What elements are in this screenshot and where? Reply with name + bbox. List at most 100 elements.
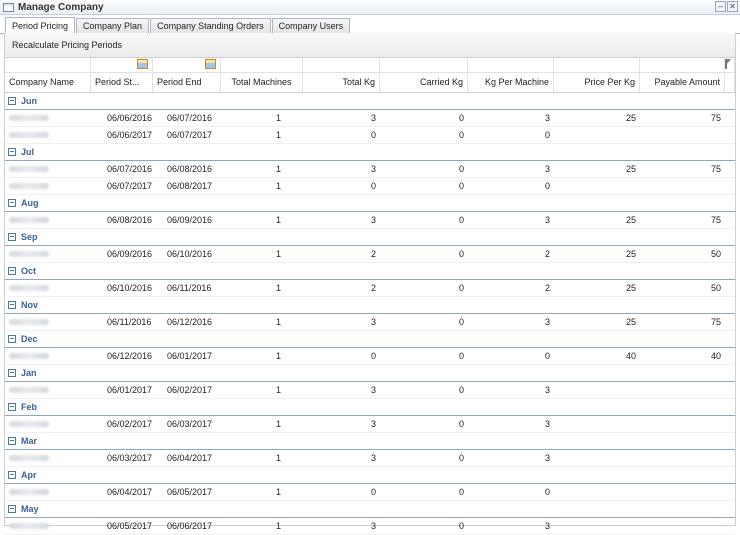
redacted-company-name: [9, 353, 49, 359]
cell-total-machines: 1: [221, 178, 303, 194]
tab-company-standing-orders[interactable]: Company Standing Orders: [150, 18, 271, 33]
table-row[interactable]: 06/03/201706/04/20171303: [5, 450, 735, 467]
group-row-oct[interactable]: Oct: [5, 263, 735, 280]
table-row[interactable]: 06/02/201706/03/20171303: [5, 416, 735, 433]
collapse-group-icon[interactable]: [8, 199, 16, 207]
cell-total-machines: 1: [221, 450, 303, 466]
cell-total-kg: 3: [303, 518, 380, 534]
table-row[interactable]: 06/11/201606/12/201613032575: [5, 314, 735, 331]
cell-kg-per-machine: 3: [468, 518, 554, 534]
table-row[interactable]: 06/09/201606/10/201612022550: [5, 246, 735, 263]
collapse-group-icon[interactable]: [8, 97, 16, 105]
recalculate-pricing-periods-button[interactable]: Recalculate Pricing Periods: [10, 38, 124, 52]
cell-total-kg: 0: [303, 348, 380, 364]
cell-payable-amount: 75: [640, 161, 725, 177]
col-price-per-kg[interactable]: Price Per Kg: [554, 73, 640, 92]
table-row[interactable]: 06/01/201706/02/20171303: [5, 382, 735, 399]
col-carried-kg[interactable]: Carried Kg: [380, 73, 468, 92]
company-name-cell: [5, 314, 91, 330]
collapse-group-icon[interactable]: [8, 403, 16, 411]
close-button[interactable]: ✕: [727, 1, 738, 12]
table-row[interactable]: 06/05/201706/06/20171303: [5, 518, 735, 535]
cell-total-kg: 3: [303, 382, 380, 398]
cell-period-end: 06/11/2016: [153, 280, 221, 296]
table-row[interactable]: 06/10/201606/11/201612022550: [5, 280, 735, 297]
table-row[interactable]: 06/06/201706/07/20171000: [5, 127, 735, 144]
company-name-cell: [5, 484, 91, 500]
minimize-button[interactable]: –: [715, 1, 726, 12]
cell-total-machines: 1: [221, 161, 303, 177]
cell-payable-amount: 75: [640, 212, 725, 228]
col-period-start[interactable]: Period St...: [91, 73, 153, 92]
collapse-group-icon[interactable]: [8, 437, 16, 445]
cell-total-kg: 2: [303, 246, 380, 262]
collapse-group-icon[interactable]: [8, 471, 16, 479]
group-row-feb[interactable]: Feb: [5, 399, 735, 416]
group-row-aug[interactable]: Aug: [5, 195, 735, 212]
filter-row: [5, 58, 735, 73]
col-total-kg[interactable]: Total Kg: [303, 73, 380, 92]
cell-carried-kg: 0: [380, 450, 468, 466]
col-total-machines[interactable]: Total Machines: [221, 73, 303, 92]
group-row-sep[interactable]: Sep: [5, 229, 735, 246]
company-name-cell: [5, 212, 91, 228]
table-row[interactable]: 06/07/201606/08/201613032575: [5, 161, 735, 178]
cell-period-end: 06/04/2017: [153, 450, 221, 466]
cell-period-start: 06/02/2017: [91, 416, 153, 432]
group-name: Jan: [21, 368, 37, 378]
col-period-end[interactable]: Period End: [153, 73, 221, 92]
cell-carried-kg: 0: [380, 178, 468, 194]
collapse-group-icon[interactable]: [8, 233, 16, 241]
group-row-apr[interactable]: Apr: [5, 467, 735, 484]
calendar-filter-icon[interactable]: [137, 59, 148, 69]
tab-period-pricing[interactable]: Period Pricing: [5, 17, 75, 34]
cell-total-machines: 1: [221, 110, 303, 126]
company-name-cell: [5, 348, 91, 364]
cell-carried-kg: 0: [380, 161, 468, 177]
group-row-jul[interactable]: Jul: [5, 144, 735, 161]
company-name-cell: [5, 127, 91, 143]
window-titlebar: Manage Company – ✕: [0, 0, 740, 15]
collapse-group-icon[interactable]: [8, 301, 16, 309]
collapse-group-icon[interactable]: [8, 267, 16, 275]
company-name-cell: [5, 450, 91, 466]
calendar-filter-icon[interactable]: [205, 59, 216, 69]
collapse-group-icon[interactable]: [8, 148, 16, 156]
col-kg-per-machine[interactable]: Kg Per Machine: [468, 73, 554, 92]
collapse-group-icon[interactable]: [8, 335, 16, 343]
filter-funnel-icon[interactable]: [725, 59, 731, 65]
cell-period-start: 06/04/2017: [91, 484, 153, 500]
collapse-group-icon[interactable]: [8, 505, 16, 513]
group-row-mar[interactable]: Mar: [5, 433, 735, 450]
table-row[interactable]: 06/04/201706/05/20171000: [5, 484, 735, 501]
group-row-dec[interactable]: Dec: [5, 331, 735, 348]
cell-payable-amount: 50: [640, 246, 725, 262]
tab-company-users[interactable]: Company Users: [272, 18, 351, 33]
cell-total-kg: 3: [303, 450, 380, 466]
redacted-company-name: [9, 285, 49, 291]
group-row-jan[interactable]: Jan: [5, 365, 735, 382]
redacted-company-name: [9, 523, 49, 529]
table-row[interactable]: 06/06/201606/07/201613032575: [5, 110, 735, 127]
company-name-cell: [5, 416, 91, 432]
group-row-may[interactable]: May: [5, 501, 735, 518]
cell-carried-kg: 0: [380, 348, 468, 364]
tab-company-plan[interactable]: Company Plan: [76, 18, 149, 33]
table-row[interactable]: 06/12/201606/01/201710004040: [5, 348, 735, 365]
cell-payable-amount: 40: [640, 348, 725, 364]
cell-payable-amount: 50: [640, 280, 725, 296]
group-row-jun[interactable]: Jun: [5, 93, 735, 110]
cell-period-end: 06/03/2017: [153, 416, 221, 432]
cell-period-end: 06/01/2017: [153, 348, 221, 364]
group-row-nov[interactable]: Nov: [5, 297, 735, 314]
cell-total-machines: 1: [221, 212, 303, 228]
col-payable-amount[interactable]: Payable Amount: [640, 73, 725, 92]
collapse-group-icon[interactable]: [8, 369, 16, 377]
cell-period-end: 06/08/2016: [153, 161, 221, 177]
table-row[interactable]: 06/07/201706/08/20171000: [5, 178, 735, 195]
group-name: Oct: [21, 266, 36, 276]
col-company-name[interactable]: Company Name: [5, 73, 91, 92]
cell-total-machines: 1: [221, 246, 303, 262]
group-name: Jul: [21, 147, 34, 157]
table-row[interactable]: 06/08/201606/09/201613032575: [5, 212, 735, 229]
